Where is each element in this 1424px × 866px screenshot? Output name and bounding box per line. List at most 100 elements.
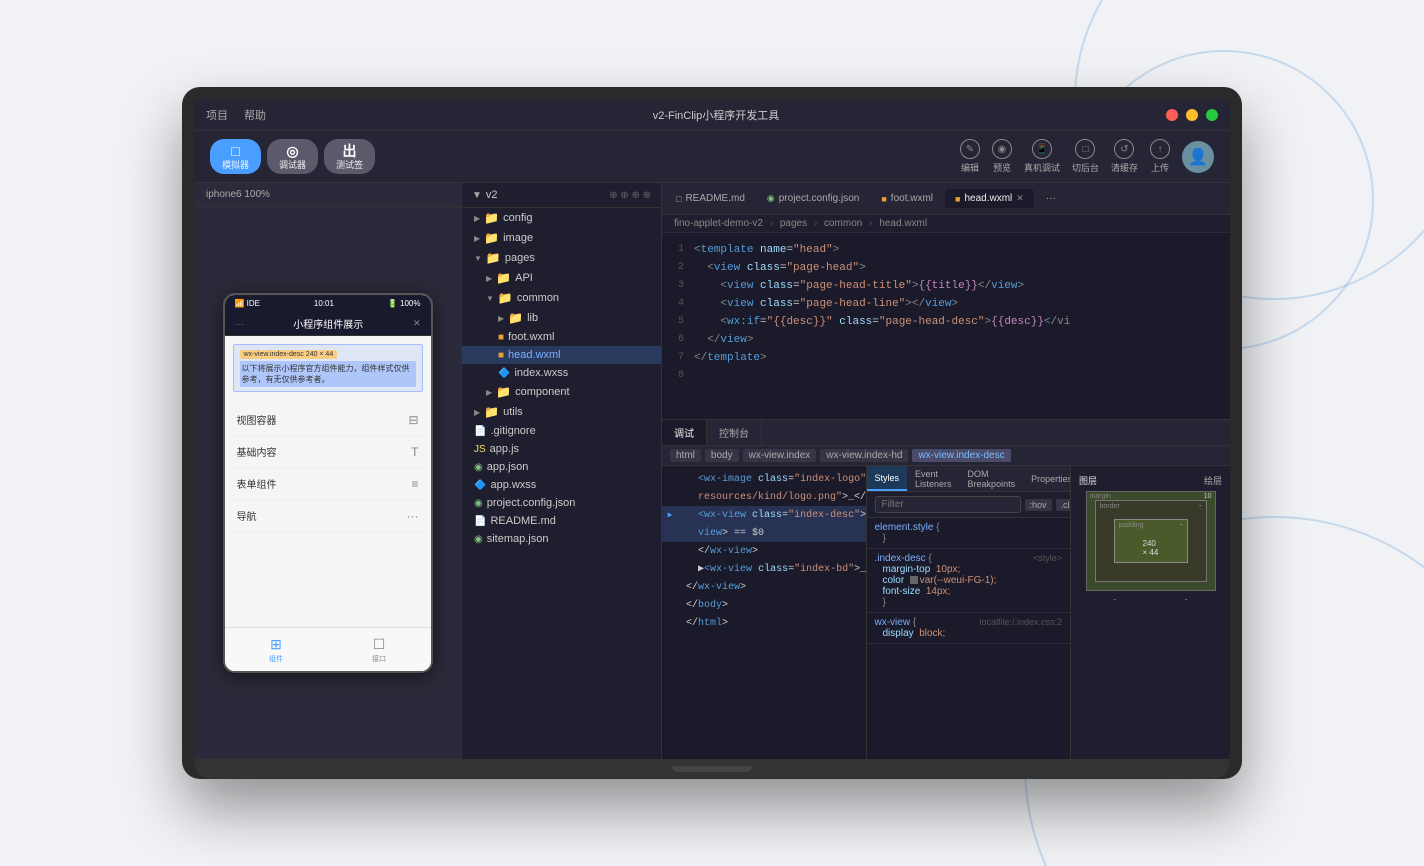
tree-item-project-config-json[interactable]: ◉ project.config.json <box>462 494 661 512</box>
tab-head-wxml[interactable]: ■ head.wxml ✕ <box>945 189 1034 208</box>
test-button[interactable]: 出 测试签 <box>324 139 375 175</box>
preview-action[interactable]: ◉ 预览 <box>992 139 1012 174</box>
maximize-button[interactable] <box>1206 109 1218 121</box>
nav-item-view-container[interactable]: 视图容器 ⊟ <box>229 404 427 436</box>
user-avatar[interactable]: 👤 <box>1182 141 1214 173</box>
tree-item-label: pages <box>505 252 535 264</box>
tree-root-icon: ▼ <box>472 190 482 201</box>
minimize-button[interactable] <box>1186 109 1198 121</box>
tree-item-label: lib <box>527 312 538 324</box>
debugger-button[interactable]: ◎ 调试器 <box>267 139 318 175</box>
tab-dom-breakpoints[interactable]: DOM Breakpoints <box>960 466 1024 491</box>
debugger-icon: ◎ <box>286 143 298 160</box>
filter-badge-cls[interactable]: .cls <box>1056 499 1070 511</box>
simulator-button[interactable]: □ 模拟器 <box>210 139 261 175</box>
filter-badge-hov[interactable]: :hov <box>1025 499 1052 511</box>
dom-line-6: ▶<wx-view class="index-bd">_</wx-view> <box>662 560 866 578</box>
tree-item-label: sitemap.json <box>487 533 549 545</box>
tab-more[interactable]: ··· <box>1036 189 1066 208</box>
code-line-2: 2 <view class="page-head"> <box>662 259 1230 277</box>
code-editor: 1 <template name="head"> 2 <view class="… <box>662 233 1230 419</box>
menu-item-help[interactable]: 帮助 <box>244 107 266 123</box>
menu-item-project[interactable]: 项目 <box>206 107 228 123</box>
dom-line-1: <wx-image class="index-logo" src="../res… <box>662 470 866 488</box>
devtools-content: <wx-image class="index-logo" src="../res… <box>662 466 1230 759</box>
clear-cache-action[interactable]: ↺ 清缓存 <box>1111 139 1138 174</box>
background-icon: □ <box>1075 139 1095 159</box>
dom-line-7: </wx-view> <box>662 578 866 596</box>
phone-nav-items: 视图容器 ⊟ 基础内容 T 表单组件 ≡ <box>225 400 431 536</box>
nav-icon-form: ≡ <box>411 477 418 491</box>
tab-properties[interactable]: Properties <box>1023 466 1070 491</box>
tree-item-component[interactable]: ▶ 📁 component <box>462 382 661 402</box>
dom-line-3: ▶ <wx-view class="index-desc">以下将展示小程序官方… <box>662 506 866 524</box>
styles-panel-tabs: Styles Event Listeners DOM Breakpoints P… <box>867 466 1071 492</box>
box-model-border: border - padding - 240 × 44 <box>1095 500 1207 582</box>
box-model-tab-layer[interactable]: 绘层 <box>1204 474 1222 487</box>
bottom-nav-component[interactable]: ⊞ 组件 <box>225 628 328 671</box>
tab-foot-wxml[interactable]: ■ foot.wxml <box>871 189 943 208</box>
tab-project-config[interactable]: ◉ project.config.json <box>757 189 869 208</box>
component-nav-label: 组件 <box>269 654 283 664</box>
nav-item-basic-content[interactable]: 基础内容 T <box>229 436 427 468</box>
dom-line-9: </html> <box>662 614 866 632</box>
tab-event-listeners[interactable]: Event Listeners <box>907 466 960 491</box>
real-device-action[interactable]: 📱 真机调试 <box>1024 139 1060 174</box>
tree-item-config[interactable]: ▶ 📁 config <box>462 208 661 228</box>
simulator-panel: iphone6 100% 📶 IDE 10:01 🔋 100% ··· 小程序组… <box>194 183 462 759</box>
tree-item-sitemap-json[interactable]: ◉ sitemap.json <box>462 530 661 548</box>
upload-action[interactable]: ↑ 上传 <box>1150 139 1170 174</box>
phone-title: 小程序组件展示 <box>293 316 363 331</box>
tree-item-lib[interactable]: ▶ 📁 lib <box>462 308 661 328</box>
tab-readme[interactable]: □ README.md <box>666 189 755 208</box>
html-bc-html[interactable]: html <box>670 449 701 462</box>
phone-frame: 📶 IDE 10:01 🔋 100% ··· 小程序组件展示 ✕ <box>194 207 461 759</box>
tree-item--gitignore[interactable]: 📄 .gitignore <box>462 422 661 440</box>
close-button[interactable] <box>1166 109 1178 121</box>
html-bc-wx-view-hd[interactable]: wx-view.index-hd <box>820 449 908 462</box>
tree-item-foot-wxml[interactable]: ■ foot.wxml <box>462 328 661 346</box>
tree-item-common[interactable]: ▼ 📁 common <box>462 288 661 308</box>
edit-action[interactable]: ✎ 编辑 <box>960 139 980 174</box>
tree-root: ▼ v2 ⊕ ⊕ ⊕ ⊕ <box>462 183 661 208</box>
nav-item-navigation[interactable]: 导航 ··· <box>229 500 427 532</box>
toolbar: □ 模拟器 ◎ 调试器 出 测试签 ✎ 编辑 <box>194 131 1230 183</box>
box-model-dimensions: 240 × 44 <box>1143 539 1159 557</box>
tree-item-pages[interactable]: ▼ 📁 pages <box>462 248 661 268</box>
api-nav-label: 接口 <box>372 654 386 664</box>
tree-item-label: head.wxml <box>508 349 561 361</box>
tab-close-icon[interactable]: ✕ <box>1016 193 1024 204</box>
html-bc-wx-view-index[interactable]: wx-view.index <box>743 449 817 462</box>
tree-item-index-wxss[interactable]: 🔷 index.wxss <box>462 364 661 382</box>
breadcrumb-root: fino-applet-demo-v2 <box>674 218 763 229</box>
html-bc-body[interactable]: body <box>705 449 739 462</box>
bottom-nav-api[interactable]: ☐ 接口 <box>328 628 431 671</box>
devtools-tab-elements[interactable]: 调试 <box>662 420 707 445</box>
simulator-icon: □ <box>231 143 239 160</box>
toolbar-actions: ✎ 编辑 ◉ 预览 📱 真机调试 □ 切后台 <box>960 139 1214 174</box>
box-model-tab-diagram[interactable]: 图层 <box>1079 474 1097 487</box>
filter-input[interactable] <box>875 496 1021 513</box>
tree-item-image[interactable]: ▶ 📁 image <box>462 228 661 248</box>
box-model-padding: padding - 240 × 44 <box>1114 519 1188 563</box>
tab-styles[interactable]: Styles <box>867 466 908 491</box>
devtools-tabs: 调试 控制台 <box>662 420 1230 446</box>
tree-item-app-wxss[interactable]: 🔷 app.wxss <box>462 476 661 494</box>
nav-item-form[interactable]: 表单组件 ≡ <box>229 468 427 500</box>
tree-item-utils[interactable]: ▶ 📁 utils <box>462 402 661 422</box>
filter-badges: :hov .cls + <box>1025 499 1071 511</box>
code-line-3: 3 <view class="page-head-title">{{title}… <box>662 277 1230 295</box>
upload-icon: ↑ <box>1150 139 1170 159</box>
tree-item-API[interactable]: ▶ 📁 API <box>462 268 661 288</box>
background-action[interactable]: □ 切后台 <box>1072 139 1099 174</box>
dom-line-8: </body> <box>662 596 866 614</box>
simulator-header: iphone6 100% <box>194 183 461 207</box>
tree-item-README-md[interactable]: 📄 README.md <box>462 512 661 530</box>
nav-icon-view: ⊟ <box>408 413 418 427</box>
tree-item-head-wxml[interactable]: ■ head.wxml <box>462 346 661 364</box>
tree-item-app-js[interactable]: JS app.js <box>462 440 661 458</box>
html-bc-wx-view-desc[interactable]: wx-view.index-desc <box>912 449 1010 462</box>
devtools-tab-console[interactable]: 控制台 <box>707 420 762 445</box>
tree-item-app-json[interactable]: ◉ app.json <box>462 458 661 476</box>
edit-label: 编辑 <box>961 161 979 174</box>
